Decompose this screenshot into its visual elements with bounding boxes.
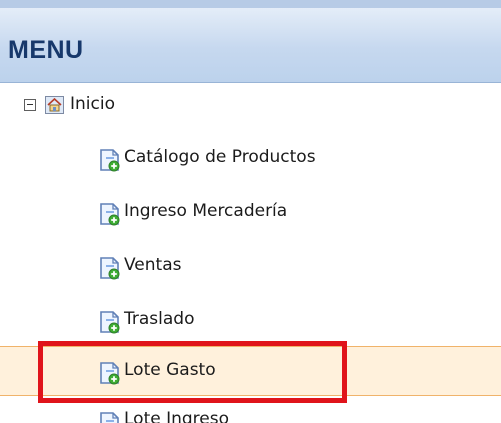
collapse-icon[interactable] (24, 99, 36, 111)
tree-item-label: Traslado (124, 309, 195, 329)
tree-item-label: Ventas (124, 255, 182, 275)
menu-header: MENU (0, 8, 501, 83)
panel-top-border (0, 0, 501, 8)
add-document-icon (100, 311, 120, 334)
add-document-icon (100, 149, 120, 172)
menu-title: MENU (8, 36, 84, 64)
menu-panel: MENU Inicio Catálogo de Productos Ingres… (0, 0, 501, 423)
tree-item-inicio[interactable]: Inicio (70, 94, 115, 114)
tree-item-label: Catálogo de Productos (124, 147, 316, 167)
annotation-highlight-box (38, 341, 347, 403)
add-document-icon (100, 257, 120, 280)
tree-item-label: Lote Ingreso (124, 409, 230, 423)
tree-item-label: Ingreso Mercadería (124, 201, 288, 221)
add-document-icon (100, 203, 120, 226)
home-icon (45, 96, 64, 114)
add-document-icon (100, 412, 119, 423)
